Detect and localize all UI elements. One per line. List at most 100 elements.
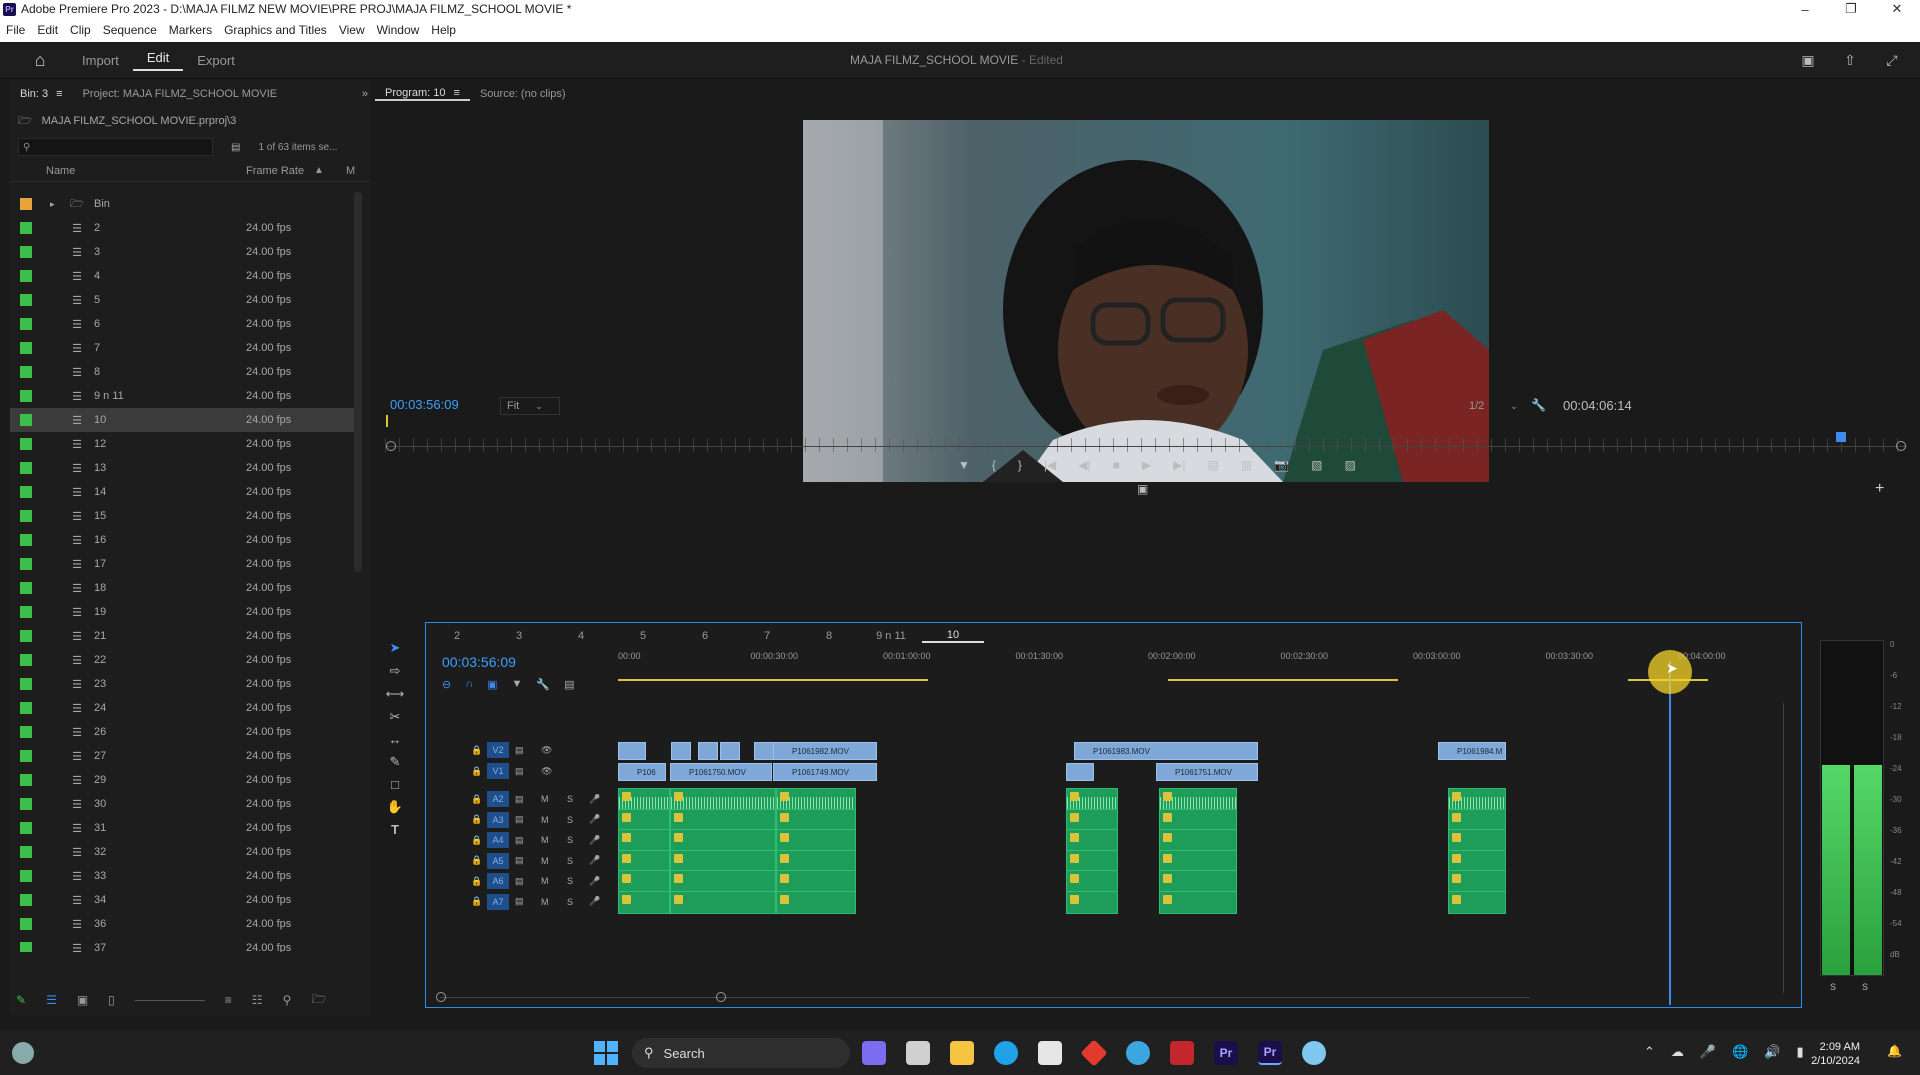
expand-chevron-icon[interactable]: ▸ [50,199,55,210]
microphone-icon[interactable]: 🎤 [589,855,600,866]
project-item-row[interactable]: ☰ 33 24.00 fps [10,864,362,888]
weather-icon[interactable] [12,1042,34,1064]
sequence-tab[interactable]: 7 [736,630,798,642]
fit-select[interactable]: Fit ⌄ [500,397,560,415]
sync-lock-icon[interactable]: ▤ [515,745,524,756]
lock-icon[interactable]: 🔒 [471,896,482,907]
audio-clip[interactable] [1066,890,1118,914]
home-icon[interactable]: ⌂ [30,50,50,70]
label-color-swatch[interactable] [20,342,32,354]
track-label[interactable]: A7 [487,893,509,910]
lock-icon[interactable]: 🔒 [471,814,482,825]
project-item-row[interactable]: ☰ 12 24.00 fps [10,432,362,456]
solo-button[interactable]: S [567,856,573,866]
label-color-swatch[interactable] [20,654,32,666]
sequence-tab[interactable]: 8 [798,630,860,642]
extract-icon[interactable]: ▥ [1241,458,1252,472]
linked-selection-icon[interactable]: ▣ [487,678,497,691]
taskbar-clock[interactable]: 2:09 AM 2/10/2024 [1811,1040,1860,1068]
label-color-swatch[interactable] [20,942,32,952]
lock-icon[interactable]: 🔒 [471,876,482,887]
file-explorer-icon[interactable] [950,1041,974,1065]
project-item-row[interactable]: ☰ 5 24.00 fps [10,288,362,312]
network-icon[interactable]: 🌐 [1732,1044,1748,1060]
nest-icon[interactable]: ⊖ [442,678,451,691]
project-item-row[interactable]: ☰ 19 24.00 fps [10,600,362,624]
pencil-icon[interactable]: ✎ [16,993,26,1007]
track-label[interactable]: A3 [487,811,509,828]
project-item-row[interactable]: ☰ 36 24.00 fps [10,912,362,936]
export-frame-icon[interactable]: 📷 [1274,458,1289,472]
label-color-swatch[interactable] [20,606,32,618]
workspaces-icon[interactable]: ▣ [1798,50,1818,70]
microphone-icon[interactable]: 🎤 [1700,1044,1716,1060]
lock-icon[interactable]: 🔒 [471,745,482,756]
list-view-icon[interactable]: ☰ [46,993,57,1007]
label-color-swatch[interactable] [20,534,32,546]
captions-icon[interactable]: ▤ [564,678,574,691]
track-label[interactable]: V2 [487,742,509,758]
project-scrollbar[interactable] [354,192,362,572]
timeline-settings-icon[interactable]: 🔧 [536,678,550,691]
project-item-row[interactable]: ☰ 21 24.00 fps [10,624,362,648]
ripple-edit-tool-icon[interactable]: ⟷ [386,686,405,702]
label-color-swatch[interactable] [20,822,32,834]
video-clip[interactable] [1066,763,1094,781]
label-color-swatch[interactable] [20,774,32,786]
project-item-row[interactable]: ☰ 2 24.00 fps [10,216,362,240]
column-frame-rate[interactable]: Frame Rate [246,165,304,177]
mute-button[interactable]: M [541,835,549,845]
label-color-swatch[interactable] [20,870,32,882]
lift-icon[interactable]: ▤ [1207,458,1218,472]
task-view-icon[interactable] [906,1041,930,1065]
label-color-swatch[interactable] [20,294,32,306]
label-color-swatch[interactable] [20,462,32,474]
label-color-swatch[interactable] [20,246,32,258]
video-clip[interactable]: P1061749.MOV [773,763,877,781]
video-clip[interactable]: P1061751.MOV [1156,763,1258,781]
project-item-row[interactable]: ☰ 34 24.00 fps [10,888,362,912]
solo-button[interactable]: S [567,897,573,907]
label-color-swatch[interactable] [20,222,32,234]
h-scroll-end-handle[interactable] [716,992,726,1002]
project-item-row[interactable]: ☰ 30 24.00 fps [10,792,362,816]
project-item-row[interactable]: ☰ 14 24.00 fps [10,480,362,504]
mute-button[interactable]: M [541,794,549,804]
menu-help[interactable]: Help [425,23,462,37]
label-color-swatch[interactable] [20,198,32,210]
label-color-swatch[interactable] [20,582,32,594]
label-color-swatch[interactable] [20,486,32,498]
project-item-row[interactable]: ☰ 7 24.00 fps [10,336,362,360]
windows-start-icon[interactable] [594,1041,618,1065]
tab-source[interactable]: Source: (no clips) [470,88,576,100]
stop-icon[interactable]: ■ [1113,458,1120,472]
mute-button[interactable]: M [541,856,549,866]
monitor-scrub-bar[interactable] [385,446,1907,447]
ms-store-icon[interactable] [1038,1041,1062,1065]
help-app-icon[interactable] [1126,1041,1150,1065]
tab-bin[interactable]: Bin: 3 ≡ [10,88,73,100]
app-circle-icon[interactable] [1302,1041,1326,1065]
track-label[interactable]: A6 [487,873,509,889]
add-marker-timeline-icon[interactable]: ▼ [512,678,523,691]
menu-window[interactable]: Window [371,23,426,37]
project-item-row[interactable]: ☰ 37 24.00 fps [10,936,362,952]
video-clip[interactable]: P1061982.MOV [773,742,877,760]
label-color-swatch[interactable] [20,270,32,282]
razor-tool-icon[interactable]: ✂ [390,709,401,725]
video-clip[interactable] [698,742,718,760]
project-item-row[interactable]: ☰ 3 24.00 fps [10,240,362,264]
fullscreen-icon[interactable]: ⤢ [1882,50,1902,70]
menu-edit[interactable]: Edit [31,23,64,37]
timeline-vertical-scrollbar[interactable] [1783,703,1784,993]
column-name[interactable]: Name [46,165,75,177]
label-color-swatch[interactable] [20,894,32,906]
mcafee-icon[interactable] [1170,1041,1194,1065]
timeline-horizontal-scrollbar[interactable] [440,997,1530,998]
tab-edit[interactable]: Edit [132,50,184,71]
h-scroll-start-handle[interactable] [436,992,446,1002]
label-color-swatch[interactable] [20,846,32,858]
overwrite-icon[interactable]: ▨ [1344,458,1355,472]
sequence-tab[interactable]: 5 [612,630,674,642]
freeform-view-icon[interactable]: ▯ [108,993,115,1007]
